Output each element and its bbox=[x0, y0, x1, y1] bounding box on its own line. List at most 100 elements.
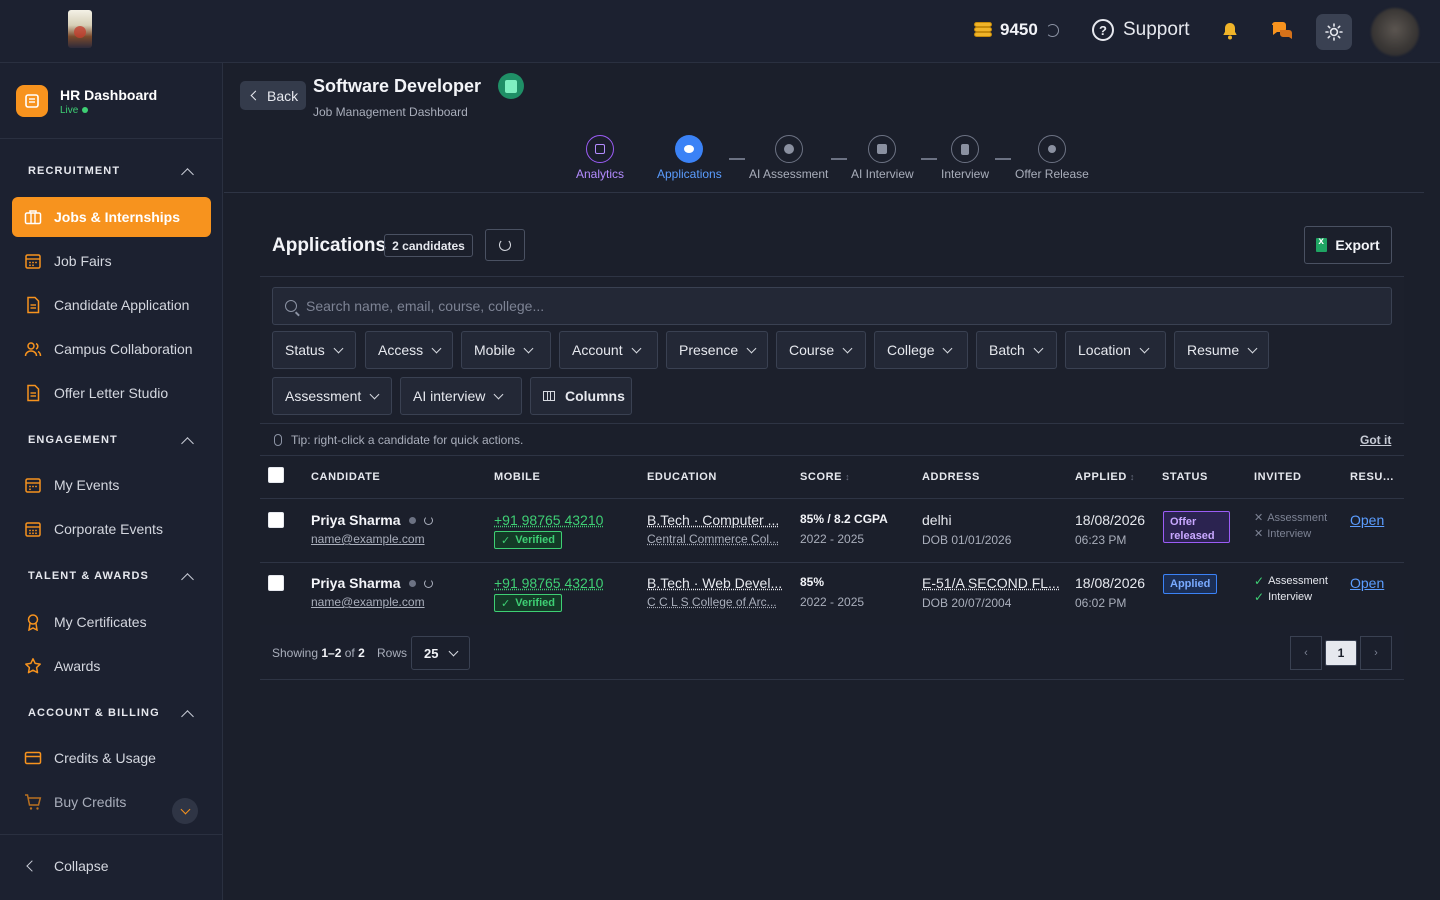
column-score[interactable]: SCORE ↕ bbox=[800, 471, 850, 483]
tab-ai-assessment[interactable]: AI Assessment bbox=[749, 135, 828, 181]
presence-dot-icon bbox=[408, 579, 416, 587]
card-icon bbox=[24, 751, 42, 765]
education-college[interactable]: C C L S College of Arc... bbox=[647, 595, 782, 609]
theme-toggle-button[interactable] bbox=[1316, 14, 1352, 50]
score-value: 85% bbox=[800, 575, 825, 589]
check-icon: ✓ bbox=[501, 597, 511, 610]
chevron-down-icon bbox=[1247, 343, 1258, 353]
check-icon: ✓ bbox=[1254, 574, 1265, 588]
sidebar-item-awards[interactable]: Awards bbox=[12, 646, 211, 686]
filter-ai-interview[interactable]: AI interview bbox=[400, 377, 522, 415]
sidebar-item-label: My Events bbox=[54, 477, 120, 493]
filter-assessment[interactable]: Assessment bbox=[272, 377, 392, 415]
back-button[interactable]: Back bbox=[240, 81, 306, 110]
columns-button[interactable]: Columns bbox=[530, 377, 632, 415]
select-all-checkbox[interactable] bbox=[268, 467, 284, 483]
got-it-link[interactable]: Got it bbox=[1360, 433, 1391, 447]
company-logo[interactable] bbox=[68, 10, 92, 48]
column-education[interactable]: EDUCATION bbox=[647, 471, 717, 483]
tab-offer-release[interactable]: Offer Release bbox=[1015, 135, 1089, 181]
status-badge[interactable]: Applied bbox=[1163, 574, 1218, 594]
filter-mobile[interactable]: Mobile bbox=[461, 331, 551, 369]
column-address[interactable]: ADDRESS bbox=[922, 471, 980, 483]
divider bbox=[260, 562, 1404, 563]
sidebar-item-candidate-application[interactable]: Candidate Application bbox=[12, 285, 211, 325]
row-checkbox[interactable] bbox=[268, 512, 284, 528]
mobile-number[interactable]: +91 98765 43210 bbox=[494, 512, 603, 528]
column-mobile[interactable]: MOBILE bbox=[494, 471, 540, 483]
search-box[interactable] bbox=[272, 287, 1392, 325]
education-degree[interactable]: B.Tech · Web Devel... bbox=[647, 575, 782, 591]
refresh-button[interactable] bbox=[485, 229, 525, 261]
sidebar-item-offer-letter-studio[interactable]: Offer Letter Studio bbox=[12, 373, 211, 413]
filter-resume[interactable]: Resume bbox=[1174, 331, 1269, 369]
next-page-button[interactable]: › bbox=[1360, 636, 1392, 670]
avatar[interactable] bbox=[1371, 8, 1419, 56]
tab-applications[interactable]: Applications bbox=[657, 135, 722, 181]
brand-title: HR Dashboard bbox=[60, 86, 158, 103]
candidate-email[interactable]: name@example.com bbox=[311, 532, 433, 546]
tab-interview[interactable]: Interview bbox=[941, 135, 989, 181]
brand[interactable]: HR Dashboard Live bbox=[16, 85, 157, 117]
column-applied[interactable]: APPLIED ↕ bbox=[1075, 471, 1135, 483]
column-candidate[interactable]: CANDIDATE bbox=[311, 471, 380, 483]
collapse-button[interactable]: Collapse bbox=[26, 858, 108, 874]
tab-analytics[interactable]: Analytics bbox=[576, 135, 624, 181]
filter-location[interactable]: Location bbox=[1065, 331, 1166, 369]
sidebar-item-label: Awards bbox=[54, 658, 101, 674]
sidebar-item-jobs-internships[interactable]: Jobs & Internships bbox=[12, 197, 211, 237]
filter-access[interactable]: Access bbox=[365, 331, 453, 369]
resume-open-link[interactable]: Open bbox=[1350, 575, 1384, 591]
address-value[interactable]: E-51/A SECOND FL... bbox=[922, 575, 1060, 591]
candidate-name[interactable]: Priya Sharma bbox=[311, 575, 401, 591]
sidebar-item-my-certificates[interactable]: My Certificates bbox=[12, 602, 211, 642]
filter-batch[interactable]: Batch bbox=[976, 331, 1057, 369]
prev-page-button[interactable]: ‹ bbox=[1290, 636, 1322, 670]
page-subtitle: Job Management Dashboard bbox=[313, 105, 468, 119]
bell-icon[interactable] bbox=[1220, 21, 1240, 41]
row-checkbox[interactable] bbox=[268, 575, 284, 591]
filter-presence[interactable]: Presence bbox=[666, 331, 768, 369]
support-button[interactable]: ? Support bbox=[1092, 19, 1190, 41]
live-status: Live bbox=[60, 105, 157, 116]
rows-per-page-select[interactable]: 25 bbox=[411, 636, 470, 670]
candidate-name[interactable]: Priya Sharma bbox=[311, 512, 401, 528]
education-cell: B.Tech · Web Devel... C C L S College of… bbox=[647, 575, 782, 609]
education-college[interactable]: Central Commerce Col... bbox=[647, 532, 779, 546]
sidebar-item-campus-collaboration[interactable]: Campus Collaboration bbox=[12, 329, 211, 369]
candidate-email[interactable]: name@example.com bbox=[311, 595, 433, 609]
chevron-down-icon bbox=[1139, 343, 1150, 353]
credits-balance[interactable]: 9450 bbox=[974, 20, 1059, 40]
filter-status[interactable]: Status bbox=[272, 331, 356, 369]
column-resume[interactable]: RESU... bbox=[1350, 471, 1394, 483]
sidebar-item-credits-usage[interactable]: Credits & Usage bbox=[12, 738, 211, 778]
filter-college[interactable]: College bbox=[874, 331, 968, 369]
sidebar-item-job-fairs[interactable]: Job Fairs bbox=[12, 241, 211, 281]
address-cell: delhi DOB 01/01/2026 bbox=[922, 512, 1011, 547]
mobile-number[interactable]: +91 98765 43210 bbox=[494, 575, 603, 591]
column-invited[interactable]: INVITED bbox=[1254, 471, 1302, 483]
status-badge[interactable]: Offer released bbox=[1163, 511, 1230, 543]
export-button[interactable]: Export bbox=[1304, 226, 1392, 264]
chat-icon[interactable] bbox=[1271, 22, 1293, 40]
filter-course[interactable]: Course bbox=[776, 331, 866, 369]
page-1-button[interactable]: 1 bbox=[1325, 640, 1357, 666]
column-status[interactable]: STATUS bbox=[1162, 471, 1208, 483]
section-engagement: ENGAGEMENT bbox=[28, 434, 118, 446]
education-degree[interactable]: B.Tech · Computer ... bbox=[647, 512, 779, 528]
job-doc-icon[interactable] bbox=[498, 73, 524, 99]
group-icon bbox=[675, 135, 704, 163]
filter-account[interactable]: Account bbox=[559, 331, 658, 369]
scroll-down-button[interactable] bbox=[172, 798, 198, 824]
applied-date: 18/08/2026 bbox=[1075, 512, 1146, 528]
sidebar-item-my-events[interactable]: My Events bbox=[12, 465, 211, 505]
history-icon[interactable] bbox=[1045, 23, 1059, 37]
sidebar-item-corporate-events[interactable]: Corporate Events bbox=[12, 509, 211, 549]
sidebar-item-label: Offer Letter Studio bbox=[54, 385, 169, 401]
sync-icon bbox=[423, 578, 433, 588]
applications-title: Applications bbox=[272, 235, 387, 256]
search-input[interactable] bbox=[306, 298, 1306, 314]
resume-open-link[interactable]: Open bbox=[1350, 512, 1384, 528]
tab-ai-interview[interactable]: AI Interview bbox=[851, 135, 914, 181]
sidebar-item-label: Credits & Usage bbox=[54, 750, 156, 766]
